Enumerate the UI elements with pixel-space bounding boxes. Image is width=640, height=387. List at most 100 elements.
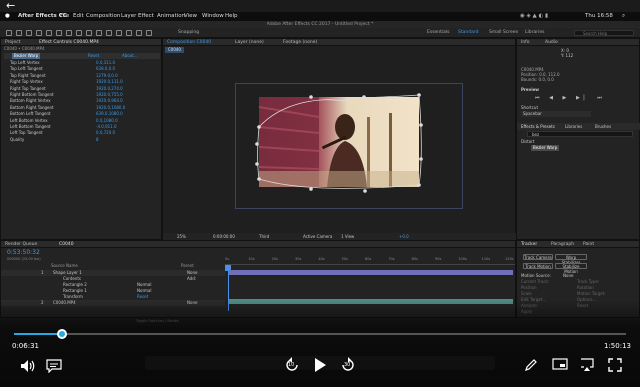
menu-help[interactable]: Help	[225, 12, 238, 21]
composition-panel: Composition C0040 Layer (none) Footage (…	[162, 38, 517, 241]
time-ruler[interactable]: 0s 10s 20s 30s 40s 50s 60s 70s 80s 90s 100s 110s 120…	[225, 257, 515, 265]
effect-param-value[interactable]: 638.0,0.0	[96, 66, 115, 72]
effect-param-value[interactable]: 0.0,720.0	[96, 130, 115, 136]
snapping-checkbox[interactable]: Snapping	[178, 28, 199, 38]
back-arrow-icon[interactable]: ←	[6, 0, 20, 12]
cast-icon[interactable]	[552, 358, 568, 372]
effect-param-value[interactable]: 1920.0,964.0	[96, 98, 123, 104]
seek-thumb[interactable]	[56, 329, 67, 339]
effect-param-value[interactable]: 1920.0,111.0	[96, 79, 123, 85]
menu-window[interactable]: Window	[202, 12, 224, 21]
menu-composition[interactable]: Composition	[86, 12, 120, 21]
eraser-tool-icon[interactable]	[126, 30, 132, 36]
tab-audio[interactable]: Audio	[545, 39, 558, 46]
tab-brushes[interactable]: Brushes	[595, 123, 611, 130]
rectangle-tool-icon[interactable]	[76, 30, 82, 36]
camera-tool-icon[interactable]	[56, 30, 62, 36]
track-camera-button[interactable]: Track Camera	[523, 254, 553, 260]
ruler-tick-label: 30s	[295, 257, 302, 261]
effect-result-bezier-warp[interactable]: Bezier Warp	[531, 145, 560, 151]
pan-behind-tool-icon[interactable]	[66, 30, 72, 36]
about-link[interactable]: About...	[122, 53, 138, 59]
menu-layer[interactable]: Layer	[121, 12, 136, 21]
tab-paragraph[interactable]: Paragraph	[551, 241, 574, 248]
zoom-tool-icon[interactable]	[36, 30, 42, 36]
warp-stabilizer-button[interactable]: Warp Stabilizer	[555, 254, 587, 265]
tab-paint[interactable]: Paint	[583, 241, 594, 248]
clone-tool-icon[interactable]	[116, 30, 122, 36]
ruler-tick-label: 60s	[365, 257, 372, 261]
effect-param-name: Top Left Tangent	[10, 66, 43, 72]
tab-render-queue[interactable]: Render Queue	[5, 242, 37, 247]
play-icon[interactable]	[313, 357, 327, 373]
workspace-standard[interactable]: Standard	[458, 28, 478, 38]
effect-param-row: Right Bottom Tangent 1920.0,755.0	[4, 92, 160, 98]
effect-param-name: Left Bottom Tangent	[10, 124, 51, 129]
seek-track[interactable]	[14, 333, 626, 335]
skip-back-icon[interactable]: 10	[283, 356, 301, 374]
timeline-timecode[interactable]: 0:53:50:32	[7, 249, 40, 257]
effect-param-value[interactable]: 639.0,1080.0	[96, 111, 123, 117]
rotate-tool-icon[interactable]	[46, 30, 52, 36]
skip-forward-label: 30	[344, 362, 351, 368]
shortcut-dropdown[interactable]: Spacebar	[521, 111, 591, 117]
skip-forward-icon[interactable]: 30	[339, 356, 357, 374]
tab-timeline-comp[interactable]: C0040	[59, 241, 74, 248]
tab-project[interactable]: Project	[5, 40, 20, 45]
pen-tool-icon[interactable]	[86, 30, 92, 36]
menu-edit[interactable]: Edit	[73, 12, 84, 21]
menu-view[interactable]: View	[184, 12, 197, 21]
brush-tool-icon[interactable]	[106, 30, 112, 36]
tab-effects-presets[interactable]: Effects & Presets	[521, 123, 555, 130]
puppet-tool-icon[interactable]	[146, 30, 152, 36]
effect-param-value[interactable]: 1279.0,0.0	[96, 73, 118, 79]
menu-file[interactable]: File	[60, 12, 69, 21]
selection-tool-icon[interactable]	[16, 30, 22, 36]
roto-tool-icon[interactable]	[136, 30, 142, 36]
effect-param-name: Bottom Right Tangent	[10, 104, 54, 110]
hand-tool-icon[interactable]	[26, 30, 32, 36]
workspace-essentials[interactable]: Essentials	[427, 28, 450, 38]
tab-info[interactable]: Info	[521, 40, 530, 45]
workspace-libraries[interactable]: Libraries	[525, 28, 544, 38]
stabilize-motion-button[interactable]: Stabilize Motion	[555, 263, 587, 274]
track-motion-button[interactable]: Track Motion	[523, 263, 553, 269]
search-icon[interactable]: ⌕	[622, 12, 625, 21]
effect-param-value[interactable]: 1920.0,274.0	[96, 86, 123, 92]
volume-icon[interactable]	[20, 359, 36, 373]
effects-search-input[interactable]: bez	[527, 131, 633, 137]
reset-link[interactable]: Reset	[88, 53, 99, 59]
effect-param-name: Right Top Vertex	[10, 79, 43, 85]
ruler-tick-label: 50s	[341, 257, 348, 261]
timeline-fps: 000000 (25.00 fps)	[7, 257, 41, 261]
shape-layer-bar[interactable]	[229, 270, 513, 275]
help-search-input[interactable]: Search Help	[574, 30, 634, 36]
effect-name[interactable]: Bezier Warp	[12, 53, 41, 59]
preview-controls[interactable]: ⏮ ◀ ▶ ▶▏ ⏭	[535, 95, 606, 101]
tab-effect-controls[interactable]: Effect Controls C0040.MP4	[39, 39, 99, 46]
airplay-icon[interactable]	[580, 358, 594, 372]
tab-libraries[interactable]: Libraries	[565, 123, 582, 130]
subtitles-icon[interactable]	[46, 359, 62, 373]
effect-param-row: Top Left Vertex 0.0,311.0	[4, 60, 160, 66]
effect-param-value[interactable]: 1920.0,755.0	[96, 92, 123, 98]
tab-tracker[interactable]: Tracker	[521, 242, 537, 247]
pen-icon[interactable]	[524, 358, 538, 372]
workspace-small-screen[interactable]: Small Screen	[489, 28, 518, 38]
effect-param-value[interactable]: 0.0,1080.0	[96, 118, 118, 124]
effect-param-value[interactable]: 1920.0,1080.0	[96, 105, 125, 111]
effect-param-value[interactable]: -4.0,911.0	[96, 124, 117, 130]
ruler-tick-label: 0s	[225, 257, 230, 261]
apple-icon[interactable]: ●	[5, 12, 10, 21]
effect-param-name: Right Bottom Tangent	[10, 92, 54, 97]
fullscreen-icon[interactable]	[608, 358, 622, 372]
home-tool-icon[interactable]	[6, 30, 12, 36]
effect-param-row: Left Top Tangent 0.0,720.0	[4, 130, 160, 136]
seek-progress	[14, 333, 62, 335]
effect-param-value[interactable]: 0.0,311.0	[96, 60, 115, 66]
type-tool-icon[interactable]	[96, 30, 102, 36]
menu-animation[interactable]: Animation	[157, 12, 185, 21]
ruler-tick-label: 70s	[388, 257, 395, 261]
effect-param-value[interactable]: 8	[96, 137, 99, 143]
menu-effect[interactable]: Effect	[138, 12, 154, 21]
